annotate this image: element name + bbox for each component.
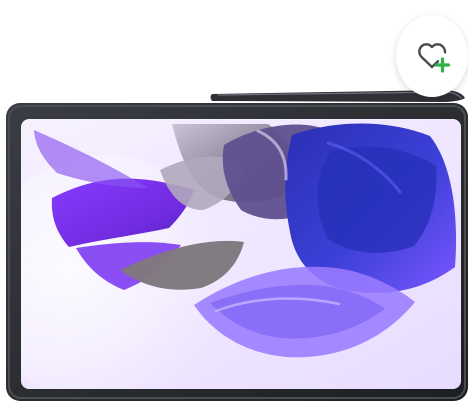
tablet-screen bbox=[21, 119, 461, 389]
wishlist-button[interactable] bbox=[396, 15, 468, 97]
heart-plus-icon bbox=[418, 43, 451, 73]
product-stage bbox=[0, 0, 468, 401]
